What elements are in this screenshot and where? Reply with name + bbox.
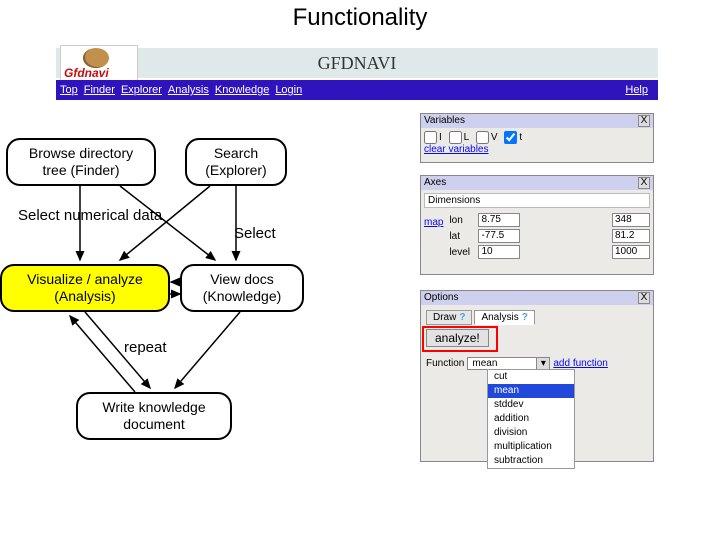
axis-lat-b[interactable]: 81.2 (612, 229, 650, 243)
func-opt-multiplication[interactable]: multiplication (488, 440, 574, 454)
add-function-link[interactable]: add function (553, 358, 608, 369)
nav-analysis[interactable]: Analysis (168, 84, 209, 96)
nav-top[interactable]: Top (60, 84, 78, 96)
function-dropdown-list: cut mean stddev addition division multip… (487, 369, 575, 469)
node-browse-l1: Browse directory (12, 145, 150, 162)
var-check-t[interactable]: t (504, 131, 522, 144)
func-opt-cut[interactable]: cut (488, 370, 574, 384)
node-search-l2: (Explorer) (191, 162, 281, 179)
page-title: Functionality (0, 4, 720, 32)
banner-title: GFDNAVI (318, 53, 397, 74)
axis-name: level (449, 247, 475, 258)
help-icon[interactable]: ? (522, 312, 528, 323)
axis-row-lat: lat -77.5 81.2 (449, 229, 650, 243)
clear-variables-link[interactable]: clear variables (424, 144, 650, 155)
function-label: Function (426, 358, 464, 369)
close-icon[interactable]: X (638, 177, 650, 189)
nav-finder[interactable]: Finder (84, 84, 115, 96)
axis-lon-b[interactable]: 348 (612, 213, 650, 227)
axis-lat-a[interactable]: -77.5 (478, 229, 520, 243)
func-opt-division[interactable]: division (488, 426, 574, 440)
nav-explorer[interactable]: Explorer (121, 84, 162, 96)
node-write-l1: Write knowledge (82, 399, 226, 416)
close-icon[interactable]: X (638, 115, 650, 127)
node-viewdocs: View docs (Knowledge) (180, 264, 304, 312)
panel-axes-title: Axes (424, 177, 446, 189)
label-select: Select (234, 225, 276, 242)
node-search: Search (Explorer) (185, 138, 287, 186)
map-link[interactable]: map (424, 217, 443, 261)
node-visualize-l1: Visualize / analyze (6, 271, 164, 288)
axis-lon-a[interactable]: 8.75 (478, 213, 520, 227)
func-opt-subtraction[interactable]: subtraction (488, 454, 574, 468)
var-check-l[interactable]: L (449, 131, 470, 144)
tab-draw[interactable]: Draw? (426, 310, 472, 325)
panel-options: OptionsX Draw? Analysis? analyze! Functi… (420, 290, 654, 462)
help-icon[interactable]: ? (459, 312, 465, 323)
node-browse-l2: tree (Finder) (12, 162, 150, 179)
panel-variables: Variables X I L V t clear variables (420, 113, 654, 163)
options-tabs: Draw? Analysis? (426, 310, 648, 325)
highlight-box (422, 326, 498, 352)
axis-name: lon (449, 215, 475, 226)
logo-text: Gfdnavi (64, 66, 109, 80)
node-visualize-l2: (Analysis) (6, 288, 164, 305)
var-check-v[interactable]: V (476, 131, 498, 144)
node-write-l2: document (82, 416, 226, 433)
var-check-i[interactable]: I (424, 131, 442, 144)
axis-level-b[interactable]: 1000 (612, 245, 650, 259)
panel-options-title: Options (424, 292, 458, 304)
node-search-l1: Search (191, 145, 281, 162)
func-opt-stddev[interactable]: stddev (488, 398, 574, 412)
nav-help[interactable]: Help (625, 84, 648, 96)
label-repeat: repeat (124, 339, 167, 356)
app-banner: Gfdnavi GFDNAVI (56, 48, 658, 78)
node-browse: Browse directory tree (Finder) (6, 138, 156, 186)
axis-name: lat (449, 231, 475, 242)
globe-icon (83, 48, 109, 68)
func-opt-mean[interactable]: mean (488, 384, 574, 398)
label-select-numerical: Select numerical data (18, 207, 162, 224)
panel-axes: Axes X Dimensions map lon 8.75 348 lat -7… (420, 175, 654, 275)
axes-dimensions-header: Dimensions (424, 193, 650, 208)
close-icon[interactable]: X (638, 292, 650, 304)
panel-variables-title: Variables (424, 115, 465, 127)
tab-analysis[interactable]: Analysis? (474, 310, 534, 325)
node-viewdocs-l1: View docs (186, 271, 298, 288)
axis-row-level: level 10 1000 (449, 245, 650, 259)
nav-login[interactable]: Login (275, 84, 302, 96)
axis-level-a[interactable]: 10 (478, 245, 520, 259)
axis-row-lon: lon 8.75 348 (449, 213, 650, 227)
main-nav: Top Finder Explorer Analysis Knowledge L… (56, 80, 658, 100)
node-visualize: Visualize / analyze (Analysis) (0, 264, 170, 312)
app-logo: Gfdnavi (60, 45, 138, 83)
node-write: Write knowledge document (76, 392, 232, 440)
func-opt-addition[interactable]: addition (488, 412, 574, 426)
node-viewdocs-l2: (Knowledge) (186, 288, 298, 305)
nav-knowledge[interactable]: Knowledge (215, 84, 269, 96)
chevron-down-icon: ▾ (536, 358, 549, 369)
